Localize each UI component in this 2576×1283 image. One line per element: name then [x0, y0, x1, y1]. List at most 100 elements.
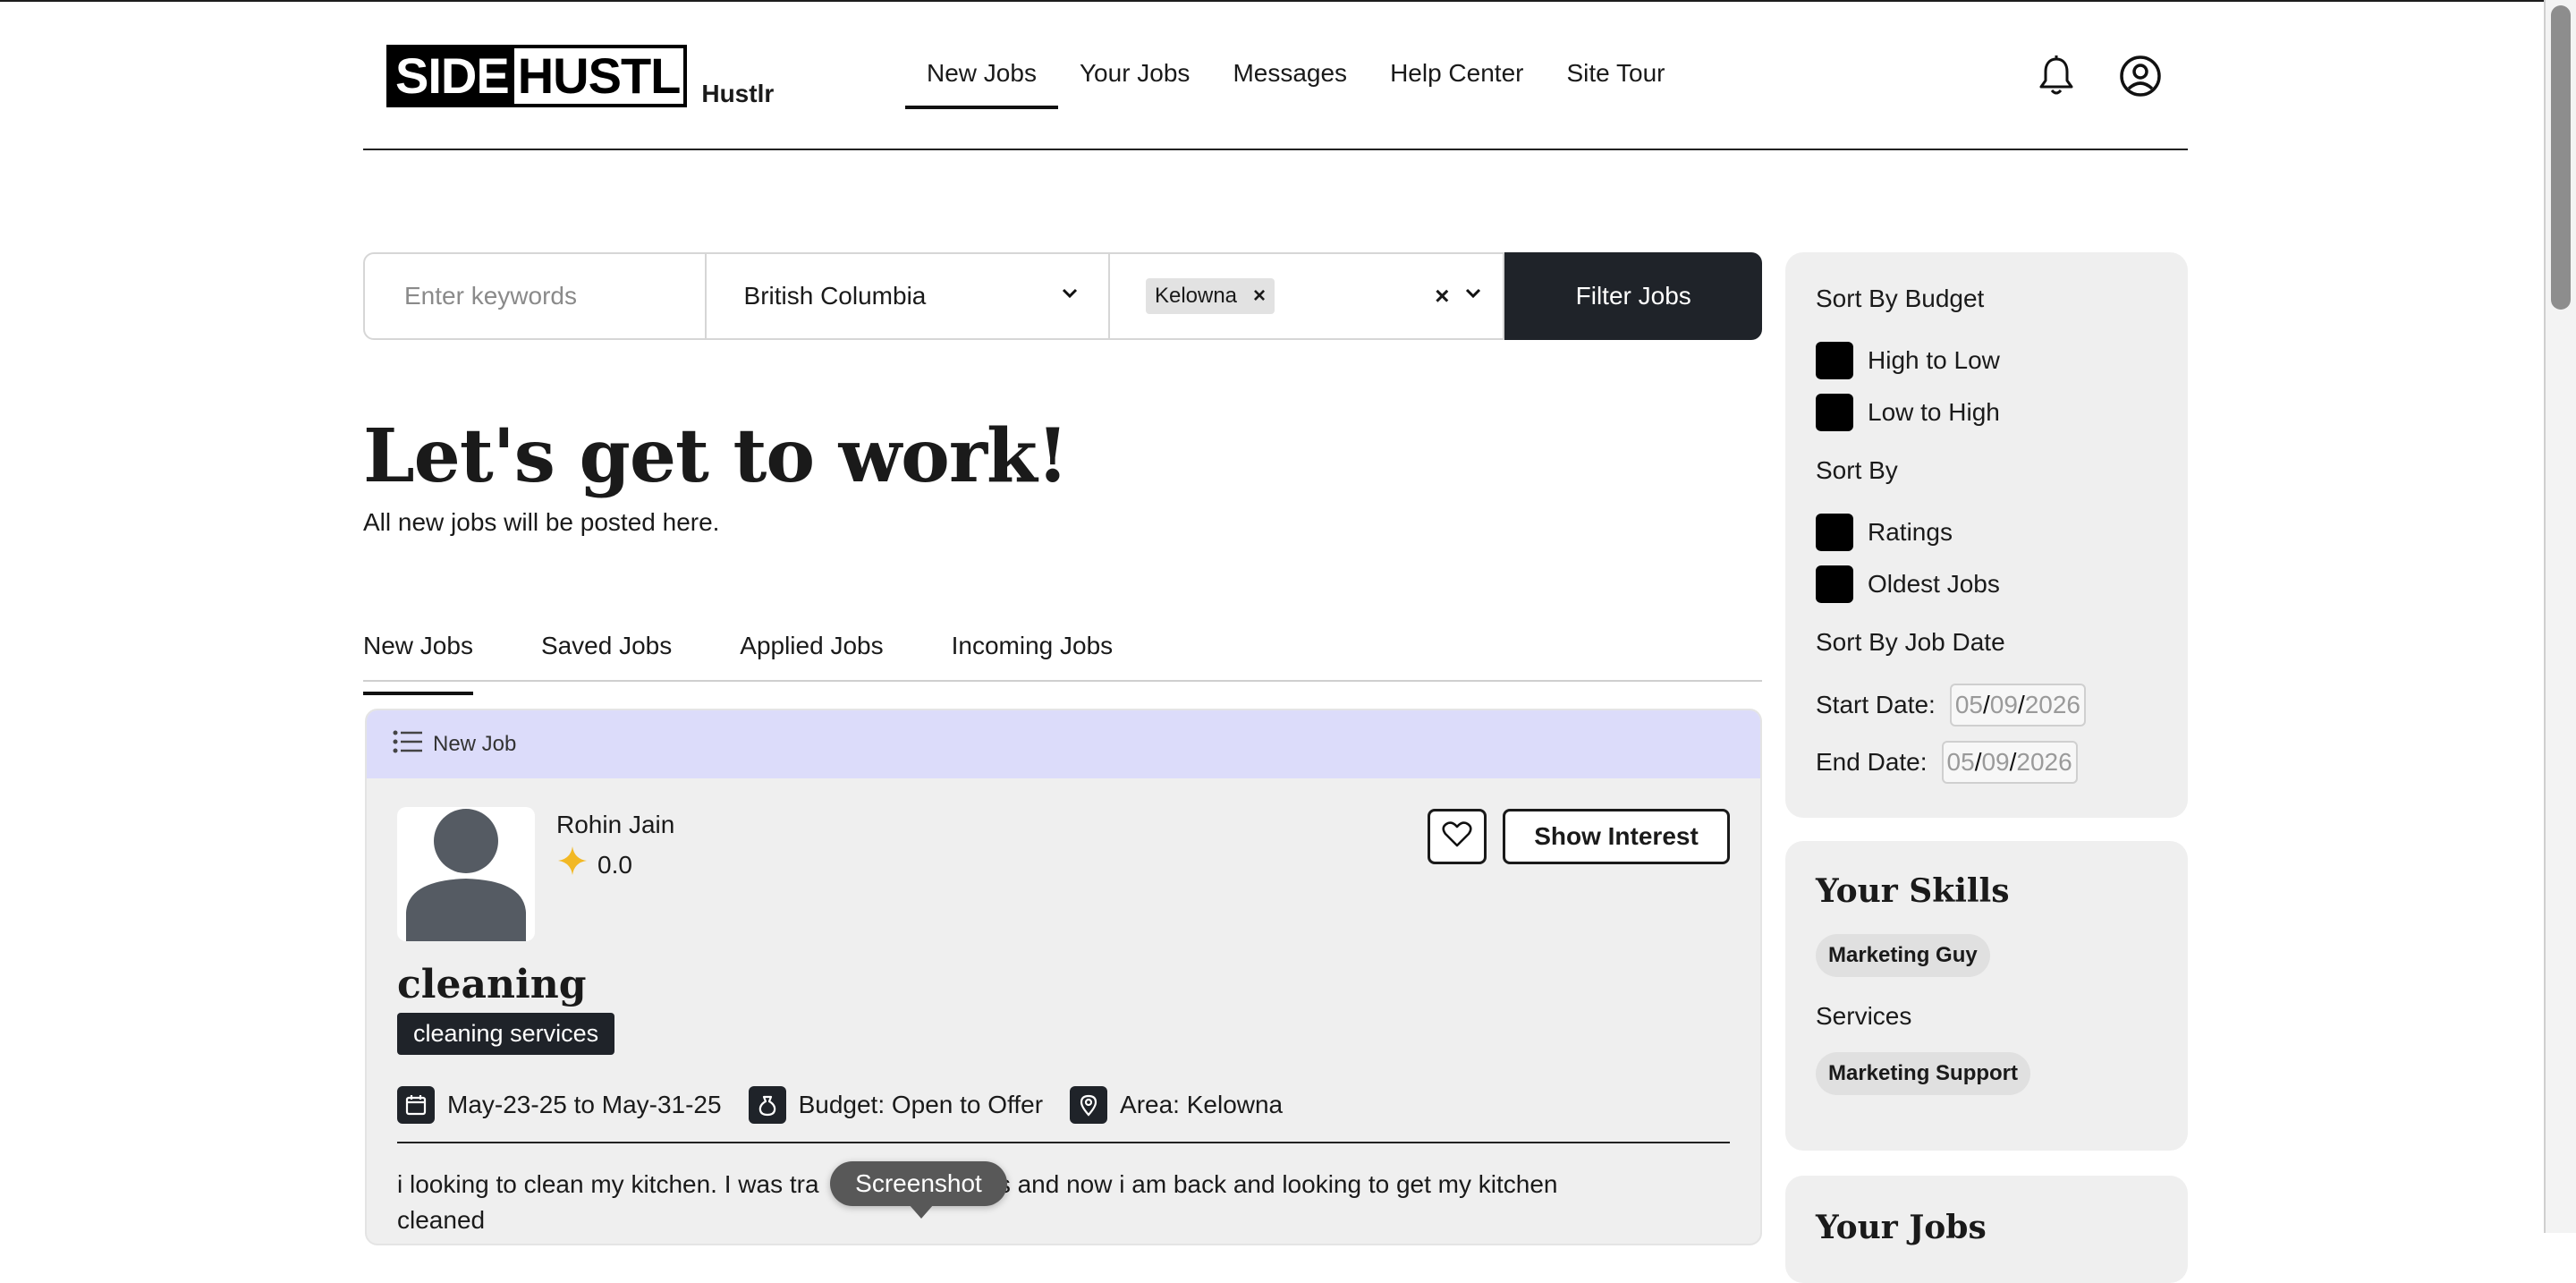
- start-date-input[interactable]: 05/09/2026: [1949, 684, 2087, 726]
- filter-bar: British Columbia Kelowna × × Filter Jobs: [363, 252, 1762, 340]
- nav-help-center[interactable]: Help Center: [1368, 55, 1545, 91]
- job-card-header-label: New Job: [433, 732, 517, 756]
- job-description: i looking to clean my kitchen. I was tra…: [397, 1167, 1730, 1238]
- clear-icon[interactable]: ×: [1435, 282, 1449, 310]
- tab-applied-jobs[interactable]: Applied Jobs: [740, 626, 883, 680]
- filter-jobs-button[interactable]: Filter Jobs: [1504, 252, 1762, 340]
- sort-oldest-jobs-label: Oldest Jobs: [1868, 570, 2000, 598]
- services-label: Services: [1816, 1002, 1912, 1030]
- nav-messages[interactable]: Messages: [1211, 55, 1368, 91]
- sort-date-label: Sort By Job Date: [1816, 628, 2005, 656]
- job-card-header: New Job: [367, 710, 1760, 778]
- city-multiselect[interactable]: Kelowna × ×: [1109, 252, 1505, 340]
- page-title: Let's get to work!: [363, 413, 1069, 499]
- page-subtitle: All new jobs will be posted here.: [363, 508, 720, 536]
- save-job-button[interactable]: [1428, 809, 1487, 864]
- main-nav: New Jobs Your Jobs Messages Help Center …: [905, 55, 1686, 109]
- end-date-input[interactable]: 05/09/2026: [1941, 741, 2078, 784]
- job-budget: Budget: Open to Offer: [748, 1086, 1044, 1124]
- keywords-input[interactable]: [402, 281, 692, 311]
- your-jobs-panel: Your Jobs: [1785, 1176, 2188, 1283]
- heart-icon: [1442, 820, 1472, 853]
- sort-high-to-low[interactable]: High to Low: [1816, 342, 2000, 379]
- job-area: Area: Kelowna: [1070, 1086, 1283, 1124]
- city-chip-label: Kelowna: [1154, 284, 1238, 308]
- skill-pill: Marketing Guy: [1816, 934, 1990, 977]
- province-select[interactable]: British Columbia: [706, 252, 1110, 340]
- sort-low-to-high[interactable]: Low to High: [1816, 394, 2000, 431]
- job-description-start: i looking to clean my kitchen. I was tra: [397, 1170, 819, 1198]
- job-dates: May-23-25 to May-31-25: [397, 1086, 722, 1124]
- logo-side: SIDE: [390, 48, 514, 104]
- tab-saved-jobs[interactable]: Saved Jobs: [541, 626, 672, 680]
- calendar-icon: [397, 1086, 435, 1124]
- show-interest-button[interactable]: Show Interest: [1503, 809, 1730, 864]
- date-yyyy: 2026: [2024, 691, 2081, 718]
- bell-icon[interactable]: [2034, 54, 2079, 98]
- chevron-down-icon: [1058, 282, 1081, 311]
- job-budget-value: Budget: Open to Offer: [798, 1091, 1044, 1118]
- brand-logo[interactable]: SIDE HUSTL Hustlr: [386, 45, 774, 107]
- sort-budget-label: Sort By Budget: [1816, 285, 1985, 312]
- sort-ratings[interactable]: Ratings: [1816, 514, 1953, 551]
- chip-remove-icon[interactable]: ×: [1253, 284, 1266, 309]
- date-sep: /: [1983, 691, 1990, 718]
- end-date-row: End Date: 05/09/2026: [1816, 741, 2078, 784]
- checkbox[interactable]: [1816, 394, 1853, 431]
- star-icon: [556, 845, 589, 885]
- skills-title: Your Skills: [1816, 872, 2010, 910]
- job-description-line2: cleaned: [397, 1206, 486, 1234]
- logo-wordmark: SIDE HUSTL: [386, 45, 688, 107]
- job-title[interactable]: cleaning: [397, 961, 586, 1009]
- tab-incoming-jobs[interactable]: Incoming Jobs: [952, 626, 1114, 680]
- skills-panel: Your Skills Marketing Guy Services Marke…: [1785, 841, 2188, 1151]
- brand-subtitle: Hustlr: [701, 80, 775, 107]
- sort-low-to-high-label: Low to High: [1868, 398, 2000, 426]
- nav-new-jobs[interactable]: New Jobs: [905, 55, 1058, 109]
- checkbox[interactable]: [1816, 514, 1853, 551]
- sort-panel: Sort By Budget High to Low Low to High S…: [1785, 252, 2188, 818]
- sort-oldest-jobs[interactable]: Oldest Jobs: [1816, 565, 2000, 603]
- service-pill: Marketing Support: [1816, 1052, 2031, 1095]
- start-date-label: Start Date:: [1816, 691, 1936, 718]
- chevron-down-icon[interactable]: [1462, 282, 1485, 311]
- scrollbar-thumb[interactable]: [2551, 5, 2571, 310]
- province-value: British Columbia: [743, 282, 927, 310]
- tab-new-jobs[interactable]: New Jobs: [363, 626, 473, 695]
- poster-rating: 0.0: [556, 845, 632, 885]
- date-mm: 05: [1954, 691, 1983, 718]
- sort-by-label: Sort By: [1816, 456, 1898, 484]
- logo-hustl: HUSTL: [513, 48, 684, 104]
- job-area-value: Area: Kelowna: [1120, 1091, 1284, 1118]
- job-card: New Job Rohin Jain 0.0 Show Interest cle…: [365, 709, 1762, 1245]
- city-controls: ×: [1435, 282, 1485, 311]
- poster-name[interactable]: Rohin Jain: [556, 809, 674, 841]
- rating-value: 0.0: [597, 850, 632, 879]
- sort-high-to-low-label: High to Low: [1868, 346, 2000, 374]
- start-date-row: Start Date: 05/09/2026: [1816, 684, 2087, 726]
- header-divider: [363, 149, 2188, 150]
- job-dates-value: May-23-25 to May-31-25: [447, 1091, 722, 1118]
- checkbox[interactable]: [1816, 565, 1853, 603]
- nav-site-tour[interactable]: Site Tour: [1545, 55, 1686, 91]
- user-circle-icon[interactable]: [2118, 54, 2163, 98]
- location-pin-icon: [1070, 1086, 1108, 1124]
- date-sep: /: [2017, 691, 2025, 718]
- job-meta: May-23-25 to May-31-25 Budget: Open to O…: [397, 1086, 1309, 1124]
- avatar: [397, 807, 535, 941]
- sort-ratings-label: Ratings: [1868, 518, 1953, 546]
- date-yyyy: 2026: [2016, 748, 2072, 776]
- your-jobs-title: Your Jobs: [1816, 1209, 1987, 1246]
- job-category-badge: cleaning services: [397, 1013, 615, 1055]
- city-chip: Kelowna ×: [1145, 278, 1275, 314]
- money-bag-icon: [748, 1086, 786, 1124]
- end-date-label: End Date:: [1816, 748, 1928, 776]
- job-tabs: New Jobs Saved Jobs Applied Jobs Incomin…: [363, 626, 1762, 695]
- date-dd: 09: [1989, 691, 2018, 718]
- window-top-border: [0, 0, 2576, 2]
- checkbox[interactable]: [1816, 342, 1853, 379]
- list-icon: [392, 728, 424, 761]
- keywords-field[interactable]: [363, 252, 707, 340]
- screenshot-tooltip: Screenshot: [830, 1161, 1007, 1219]
- nav-your-jobs[interactable]: Your Jobs: [1058, 55, 1212, 91]
